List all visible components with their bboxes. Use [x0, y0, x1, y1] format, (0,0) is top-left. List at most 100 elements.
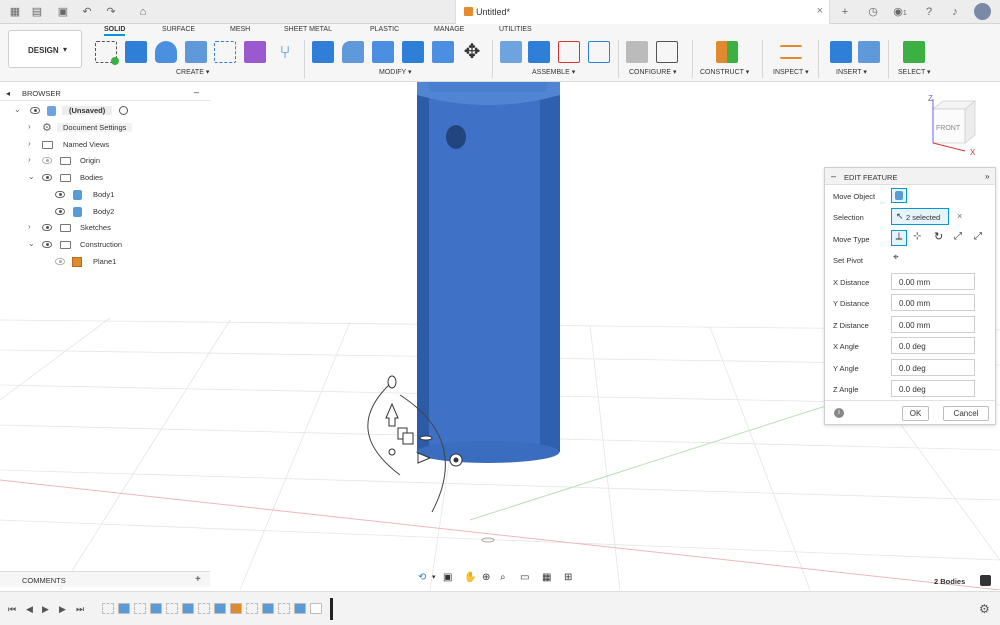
- eye-icon[interactable]: [55, 191, 65, 198]
- notification-bell-icon[interactable]: ♪: [948, 5, 962, 19]
- play-icon[interactable]: ▶: [42, 604, 49, 615]
- measure-icon[interactable]: [780, 45, 802, 59]
- rotate-icon[interactable]: ↻: [934, 230, 943, 243]
- grid-menu-icon[interactable]: ▦: [8, 5, 22, 19]
- insert-derive-icon[interactable]: [830, 41, 852, 63]
- chevron-down-icon[interactable]: ⌄: [28, 172, 35, 181]
- form-icon[interactable]: [244, 41, 266, 63]
- combine-icon[interactable]: [432, 41, 454, 63]
- point-to-point-icon[interactable]: ⤢: [954, 231, 962, 242]
- eye-icon[interactable]: [42, 174, 52, 181]
- tab-plastic[interactable]: PLASTIC: [370, 26, 399, 33]
- grid-settings-icon[interactable]: ▦: [542, 572, 551, 583]
- add-comment-icon[interactable]: +: [195, 574, 201, 585]
- tree-item-origin[interactable]: › Origin: [0, 153, 210, 169]
- as-built-joint-icon[interactable]: [558, 41, 580, 63]
- tab-solid[interactable]: SOLID: [104, 26, 126, 36]
- job-status-icon[interactable]: ◉1: [890, 5, 910, 19]
- create-sketch-icon[interactable]: [95, 41, 119, 65]
- tree-root[interactable]: ⌄ (Unsaved): [0, 103, 210, 119]
- info-icon[interactable]: i: [834, 408, 844, 418]
- hole-icon[interactable]: [185, 41, 207, 63]
- table-icon[interactable]: [656, 41, 678, 63]
- timeline-extrude[interactable]: [182, 603, 194, 614]
- fit-icon[interactable]: ⌕: [500, 572, 506, 583]
- select-icon[interactable]: [903, 41, 925, 63]
- assemble-menu[interactable]: ASSEMBLE ▾: [532, 68, 575, 76]
- expand-icon[interactable]: [980, 575, 991, 586]
- timeline-sketch[interactable]: [102, 603, 114, 614]
- look-at-icon[interactable]: ▣: [443, 572, 452, 583]
- timeline-sketch[interactable]: [246, 603, 258, 614]
- insert-image-icon[interactable]: [858, 41, 880, 63]
- eye-hidden-icon[interactable]: [55, 258, 65, 265]
- point-to-position-icon[interactable]: ⤢: [974, 231, 982, 242]
- file-icon[interactable]: ▤: [30, 5, 44, 19]
- configure-icon[interactable]: [626, 41, 648, 63]
- chevron-right-icon[interactable]: ›: [28, 122, 31, 131]
- minimize-browser-icon[interactable]: –: [194, 87, 199, 97]
- set-pivot-icon[interactable]: ⌖: [893, 252, 899, 263]
- eye-icon[interactable]: [42, 224, 52, 231]
- timeline-sketch[interactable]: [198, 603, 210, 614]
- configure-menu[interactable]: CONFIGURE ▾: [629, 68, 676, 76]
- browser-header[interactable]: ◂ BROWSER –: [0, 84, 210, 101]
- z-distance-input[interactable]: 0.00 mm: [891, 316, 975, 333]
- go-to-start-icon[interactable]: ⏮: [8, 604, 16, 615]
- timeline-extrude[interactable]: [214, 603, 226, 614]
- tree-item-construction[interactable]: ⌄ Construction: [0, 237, 210, 253]
- step-forward-icon[interactable]: ▶: [59, 604, 66, 615]
- chamfer-icon[interactable]: [372, 41, 394, 63]
- split-icon[interactable]: ⑂: [274, 41, 296, 63]
- tree-item-named-views[interactable]: › Named Views: [0, 137, 210, 153]
- tree-item-bodies[interactable]: ⌄ Bodies: [0, 170, 210, 186]
- insert-menu[interactable]: INSERT ▾: [836, 68, 867, 76]
- select-menu[interactable]: SELECT ▾: [898, 68, 931, 76]
- chevron-right-icon[interactable]: ›: [28, 155, 31, 164]
- z-angle-input[interactable]: 0.0 deg: [891, 380, 975, 397]
- clear-selection-icon[interactable]: ×: [957, 211, 962, 221]
- revolve-icon[interactable]: [155, 41, 177, 63]
- extrude-icon[interactable]: [125, 41, 147, 63]
- selection-chip[interactable]: ↖ 2 selected: [891, 208, 949, 225]
- new-tab-icon[interactable]: +: [838, 5, 852, 19]
- x-distance-input[interactable]: 0.00 mm: [891, 273, 975, 290]
- expand-panel-icon[interactable]: »: [985, 172, 989, 181]
- timeline-sketch[interactable]: [278, 603, 290, 614]
- tree-item-sketches[interactable]: › Sketches: [0, 220, 210, 236]
- timeline-extrude[interactable]: [150, 603, 162, 614]
- redo-icon[interactable]: ↷: [104, 5, 118, 19]
- help-icon[interactable]: ?: [922, 5, 936, 19]
- inspect-menu[interactable]: INSPECT ▾: [773, 68, 809, 76]
- move-icon[interactable]: ✥: [461, 41, 483, 63]
- fillet-icon[interactable]: [342, 41, 364, 63]
- activate-radio-icon[interactable]: [119, 106, 128, 115]
- tab-mesh[interactable]: MESH: [230, 26, 250, 33]
- tree-item-body1[interactable]: Body1: [0, 187, 210, 203]
- go-to-end-icon[interactable]: ⏭: [76, 604, 84, 615]
- shell-icon[interactable]: [402, 41, 424, 63]
- move-object-bodies-button[interactable]: [891, 188, 907, 203]
- timeline-move[interactable]: [310, 603, 322, 614]
- joint-icon[interactable]: [528, 41, 550, 63]
- tab-utilities[interactable]: UTILITIES: [499, 26, 532, 33]
- construct-menu[interactable]: CONSTRUCT ▾: [700, 68, 749, 76]
- avatar[interactable]: [974, 3, 991, 20]
- panel-header[interactable]: – EDIT FEATURE »: [825, 168, 995, 185]
- eye-icon[interactable]: [42, 241, 52, 248]
- chevron-right-icon[interactable]: ›: [28, 139, 31, 148]
- timeline-extrude[interactable]: [118, 603, 130, 614]
- tab-surface[interactable]: SURFACE: [162, 26, 195, 33]
- tab-sheet-metal[interactable]: SHEET METAL: [284, 26, 332, 33]
- collapse-browser-icon[interactable]: ◂: [6, 89, 10, 98]
- translate-icon[interactable]: ⊹: [913, 231, 921, 242]
- chevron-down-icon[interactable]: ⌄: [14, 105, 21, 114]
- x-angle-input[interactable]: 0.0 deg: [891, 337, 975, 354]
- document-tab[interactable]: Untitled* ×: [455, 0, 830, 24]
- eye-icon[interactable]: [30, 107, 40, 114]
- timeline-extrude[interactable]: [294, 603, 306, 614]
- press-pull-icon[interactable]: [312, 41, 334, 63]
- body-cylinder[interactable]: [416, 82, 561, 463]
- close-tab-icon[interactable]: ×: [817, 5, 823, 17]
- orbit-icon[interactable]: ⟲: [418, 572, 426, 583]
